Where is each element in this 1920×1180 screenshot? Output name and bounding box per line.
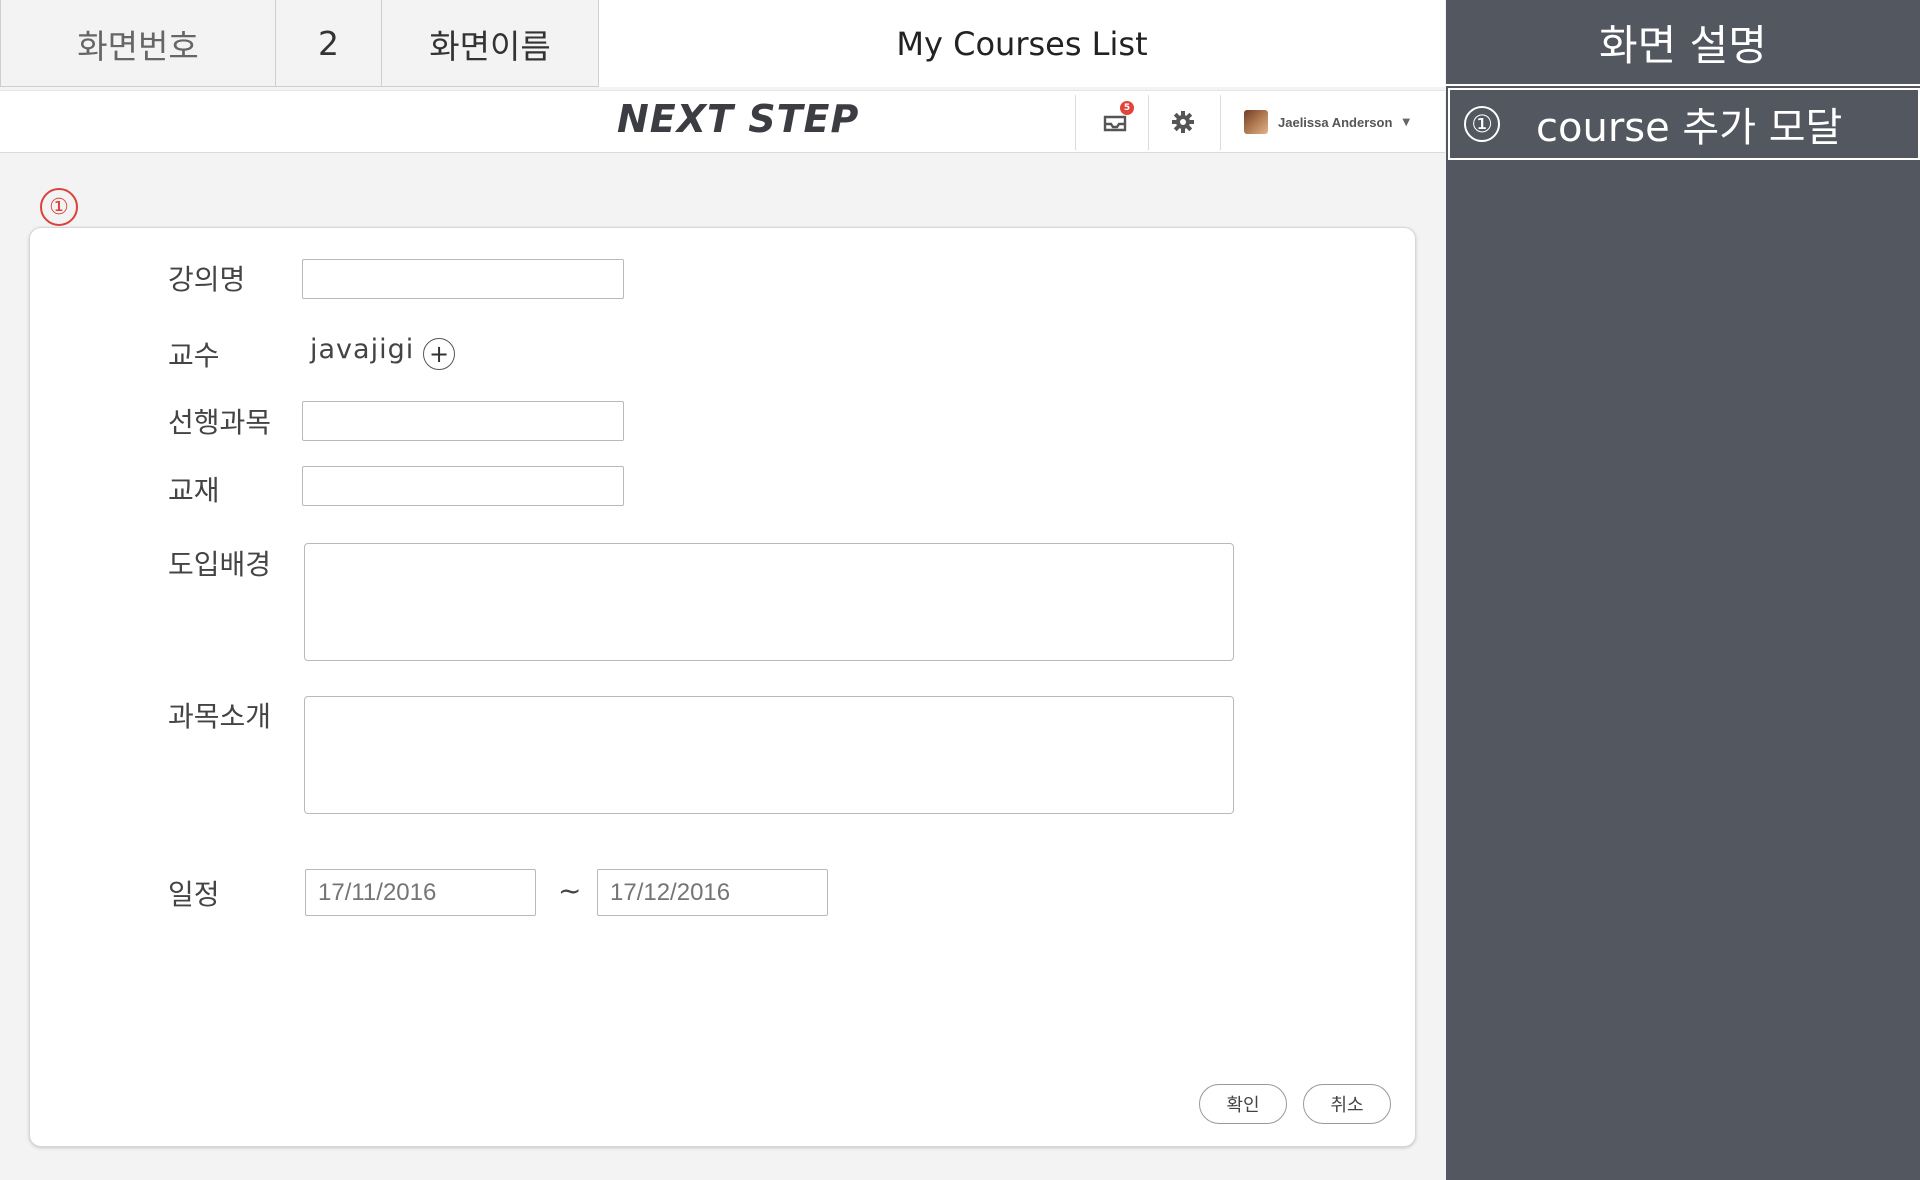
screen-name-value: My Courses List xyxy=(599,0,1445,87)
end-date-input[interactable] xyxy=(597,869,828,916)
background-label: 도입배경 xyxy=(168,548,272,581)
user-menu[interactable]: Jaelissa Anderson ▼ xyxy=(1244,105,1410,139)
prerequisite-input[interactable] xyxy=(302,401,624,441)
screen-info-header: 화면번호 2 화면이름 My Courses List xyxy=(0,0,1445,87)
settings-gear-icon xyxy=(1172,111,1194,133)
app-navbar: NEXT STEP 5 Jaelissa Anderson ▼ xyxy=(0,90,1445,153)
screen-root: 화면번호 2 화면이름 My Courses List 화면 설명 ① cour… xyxy=(0,0,1920,1180)
app-logo[interactable]: NEXT STEP xyxy=(617,97,859,141)
confirm-button[interactable]: 확인 xyxy=(1199,1084,1287,1124)
screen-number-label: 화면번호 xyxy=(0,0,276,87)
callout-marker: ① xyxy=(40,188,78,226)
course-intro-textarea[interactable] xyxy=(304,696,1234,814)
description-item: ① course 추가 모달 xyxy=(1448,88,1920,160)
start-date-input[interactable] xyxy=(305,869,536,916)
date-range-separator: ~ xyxy=(558,874,582,907)
description-panel: 화면 설명 ① course 추가 모달 xyxy=(1446,0,1920,1180)
description-item-text: course 추가 모달 xyxy=(1536,105,1843,151)
caret-down-icon: ▼ xyxy=(1402,116,1411,128)
navbar-divider xyxy=(1148,95,1149,150)
screen-name-label: 화면이름 xyxy=(382,0,599,87)
add-professor-button[interactable]: + xyxy=(423,338,455,370)
schedule-label: 일정 xyxy=(168,878,220,911)
add-course-modal: 강의명 교수 javajigi + 선행과목 교재 도입배경 과목소개 일정 ~… xyxy=(29,227,1416,1147)
avatar xyxy=(1244,110,1268,134)
course-name-input[interactable] xyxy=(302,259,624,299)
gear-icon[interactable] xyxy=(1166,105,1200,139)
screen-number-value: 2 xyxy=(276,0,382,87)
user-name: Jaelissa Anderson xyxy=(1278,114,1393,130)
course-name-label: 강의명 xyxy=(168,263,246,296)
course-intro-label: 과목소개 xyxy=(168,700,272,733)
professor-label: 교수 xyxy=(168,339,220,372)
professor-value: javajigi xyxy=(310,334,415,365)
navbar-divider xyxy=(1220,95,1221,150)
notification-badge: 5 xyxy=(1120,101,1134,115)
navbar-divider xyxy=(1075,95,1076,150)
textbook-label: 교재 xyxy=(168,474,220,507)
notification-icon[interactable]: 5 xyxy=(1098,101,1134,139)
textbook-input[interactable] xyxy=(302,466,624,506)
cancel-button[interactable]: 취소 xyxy=(1303,1084,1391,1124)
background-textarea[interactable] xyxy=(304,543,1234,661)
prerequisite-label: 선행과목 xyxy=(168,406,272,439)
description-title: 화면 설명 xyxy=(1446,0,1920,86)
description-item-number: ① xyxy=(1464,106,1500,142)
